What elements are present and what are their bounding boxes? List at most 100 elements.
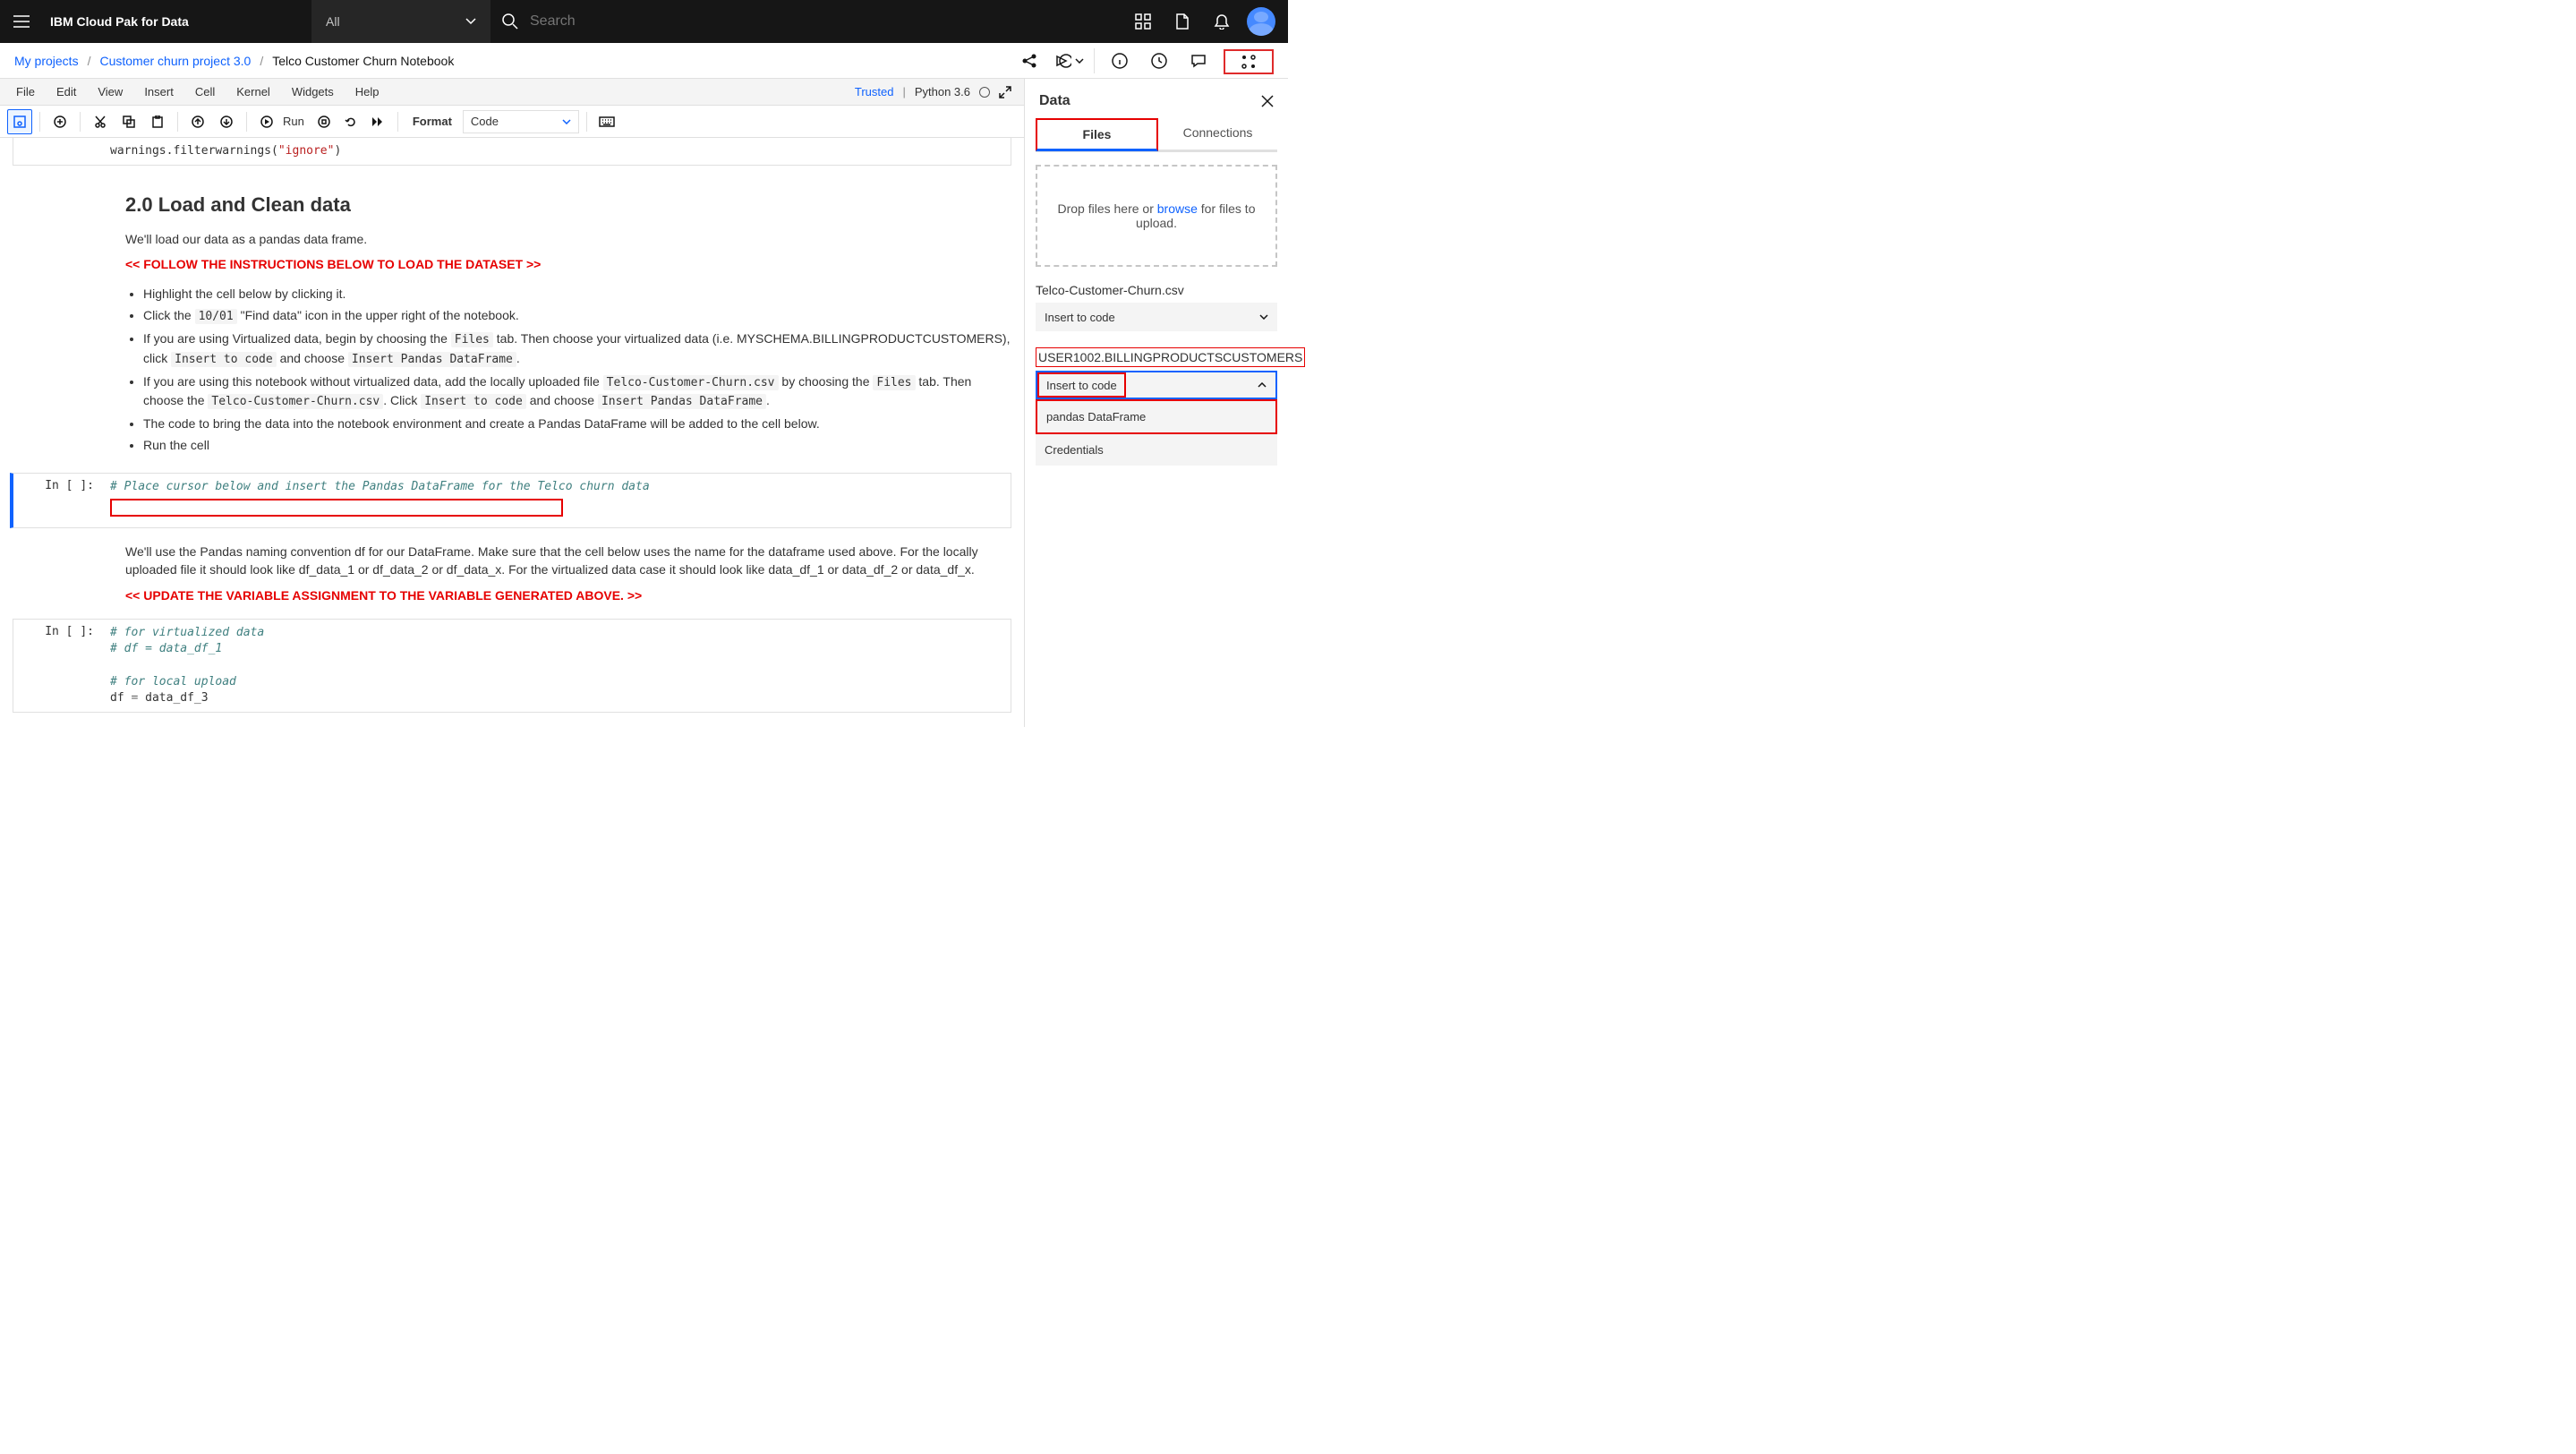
breadcrumb-separator: / [260,54,263,68]
scope-label: All [326,14,340,29]
expand-icon[interactable] [999,86,1011,98]
comment-button[interactable] [1181,43,1216,79]
user-avatar-icon [1247,7,1275,36]
restart-button[interactable] [338,109,363,134]
code-editor[interactable]: # Place cursor below and insert the Pand… [103,474,1011,527]
user-avatar-button[interactable] [1241,0,1281,43]
list-item: Highlight the cell below by clicking it. [143,283,1011,304]
find-data-button[interactable] [1224,49,1274,74]
code-cell-active[interactable]: In [ ]: # Place cursor below and insert … [10,473,1011,528]
code-cell-fragment[interactable]: warnings.filterwarnings("ignore") [13,138,1011,166]
fast-forward-icon [371,115,384,128]
hamburger-menu[interactable] [0,15,43,28]
hamburger-icon [13,15,30,28]
file-drop-zone[interactable]: Drop files here or browse for files to u… [1036,165,1277,267]
scope-selector[interactable]: All [311,0,490,43]
grid-icon-button[interactable] [1123,0,1163,43]
tab-files[interactable]: Files [1036,118,1158,151]
restart-run-all-button[interactable] [365,109,390,134]
chevron-up-icon [1258,382,1267,388]
code-line: warnings.filterwarnings("ignore") [110,144,341,158]
copy-button[interactable] [116,109,141,134]
breadcrumb-current: Telco Customer Churn Notebook [272,54,454,68]
add-cell-button[interactable] [47,109,73,134]
panel-title: Data [1039,93,1070,109]
top-header: IBM Cloud Pak for Data All [0,0,1288,43]
format-label: Format [405,115,459,128]
close-panel-button[interactable] [1261,95,1274,107]
instruction-callout: << UPDATE THE VARIABLE ASSIGNMENT TO THE… [125,583,1011,608]
bell-icon [1214,13,1230,30]
plus-icon [54,115,66,128]
run-button[interactable] [254,109,279,134]
run-label[interactable]: Run [281,115,310,128]
restart-icon [345,115,357,128]
menu-kernel[interactable]: Kernel [227,81,279,102]
trusted-label[interactable]: Trusted [855,85,894,98]
notebook-toolbar: Run Format Code [0,106,1024,138]
menu-edit[interactable]: Edit [47,81,85,102]
breadcrumb-root[interactable]: My projects [14,54,79,68]
arrow-up-icon [192,115,204,128]
insert-to-code-dropdown[interactable]: Insert to code [1036,303,1277,331]
cell-type-selector[interactable]: Code [463,110,579,133]
close-icon [1261,95,1274,107]
file-entry: Telco-Customer-Churn.csv Insert to code [1036,283,1277,331]
catalog-icon [1135,13,1151,30]
cell-prompt: In [ ]: [13,474,103,527]
cell-type-value: Code [471,115,499,128]
document-icon [1175,13,1190,30]
search-input[interactable] [530,13,715,30]
menu-widgets[interactable]: Widgets [283,81,343,102]
tab-connections[interactable]: Connections [1158,118,1277,151]
move-down-button[interactable] [214,109,239,134]
highlight-annotation [110,499,563,517]
document-icon-button[interactable] [1163,0,1202,43]
insert-to-code-dropdown-open[interactable]: Insert to code [1036,371,1277,399]
menu-help[interactable]: Help [346,81,388,102]
cell-prompt: In [ ]: [13,620,103,712]
code-cell[interactable]: In [ ]: # for virtualized data # df = da… [13,619,1011,713]
list-item: If you are using this notebook without v… [143,371,1011,414]
paste-button[interactable] [145,109,170,134]
option-credentials[interactable]: Credentials [1036,434,1277,466]
kernel-status: Trusted | Python 3.6 [855,85,1017,98]
top-actions [1123,0,1288,43]
sub-header: My projects / Customer churn project 3.0… [0,43,1288,79]
kernel-name[interactable]: Python 3.6 [915,85,970,98]
option-pandas-dataframe[interactable]: pandas DataFrame [1036,399,1277,434]
history-button[interactable] [1141,43,1177,79]
chevron-down-icon [562,119,571,124]
markdown-cell[interactable]: We'll use the Pandas naming convention d… [0,535,1024,612]
stop-button[interactable] [311,109,337,134]
breadcrumb-project[interactable]: Customer churn project 3.0 [99,54,251,68]
move-up-button[interactable] [185,109,210,134]
share-button[interactable] [1011,43,1047,79]
keyboard-button[interactable] [594,109,619,134]
info-button[interactable] [1102,43,1138,79]
stop-icon [318,115,330,128]
save-button[interactable] [7,109,32,134]
menu-file[interactable]: File [7,81,44,102]
product-name: IBM Cloud Pak for Data [43,14,311,29]
menu-cell[interactable]: Cell [186,81,224,102]
code-editor[interactable]: # for virtualized data # df = data_df_1 … [103,620,1011,712]
chevron-down-icon [465,18,476,25]
notifications-button[interactable] [1202,0,1241,43]
global-search[interactable] [490,13,1123,30]
cut-button[interactable] [88,109,113,134]
data-panel: Data Files Connections Drop files here o… [1025,79,1288,727]
play-icon [260,115,273,128]
section-heading: 2.0 Load and Clean data [125,175,1011,227]
list-item: Run the cell [143,434,1011,456]
arrow-down-icon [220,115,233,128]
markdown-cell[interactable]: 2.0 Load and Clean data We'll load our d… [0,171,1024,466]
instruction-callout: << FOLLOW THE INSTRUCTIONS BELOW TO LOAD… [125,252,1011,277]
file-entry: USER1002.BILLINGPRODUCTSCUSTOMERS Insert… [1036,347,1277,466]
menu-insert[interactable]: Insert [135,81,183,102]
share-icon [1021,53,1037,69]
menu-view[interactable]: View [89,81,132,102]
browse-link[interactable]: browse [1157,201,1198,216]
jobs-button[interactable] [1051,43,1087,79]
notebook-body[interactable]: warnings.filterwarnings("ignore") 2.0 Lo… [0,138,1024,727]
